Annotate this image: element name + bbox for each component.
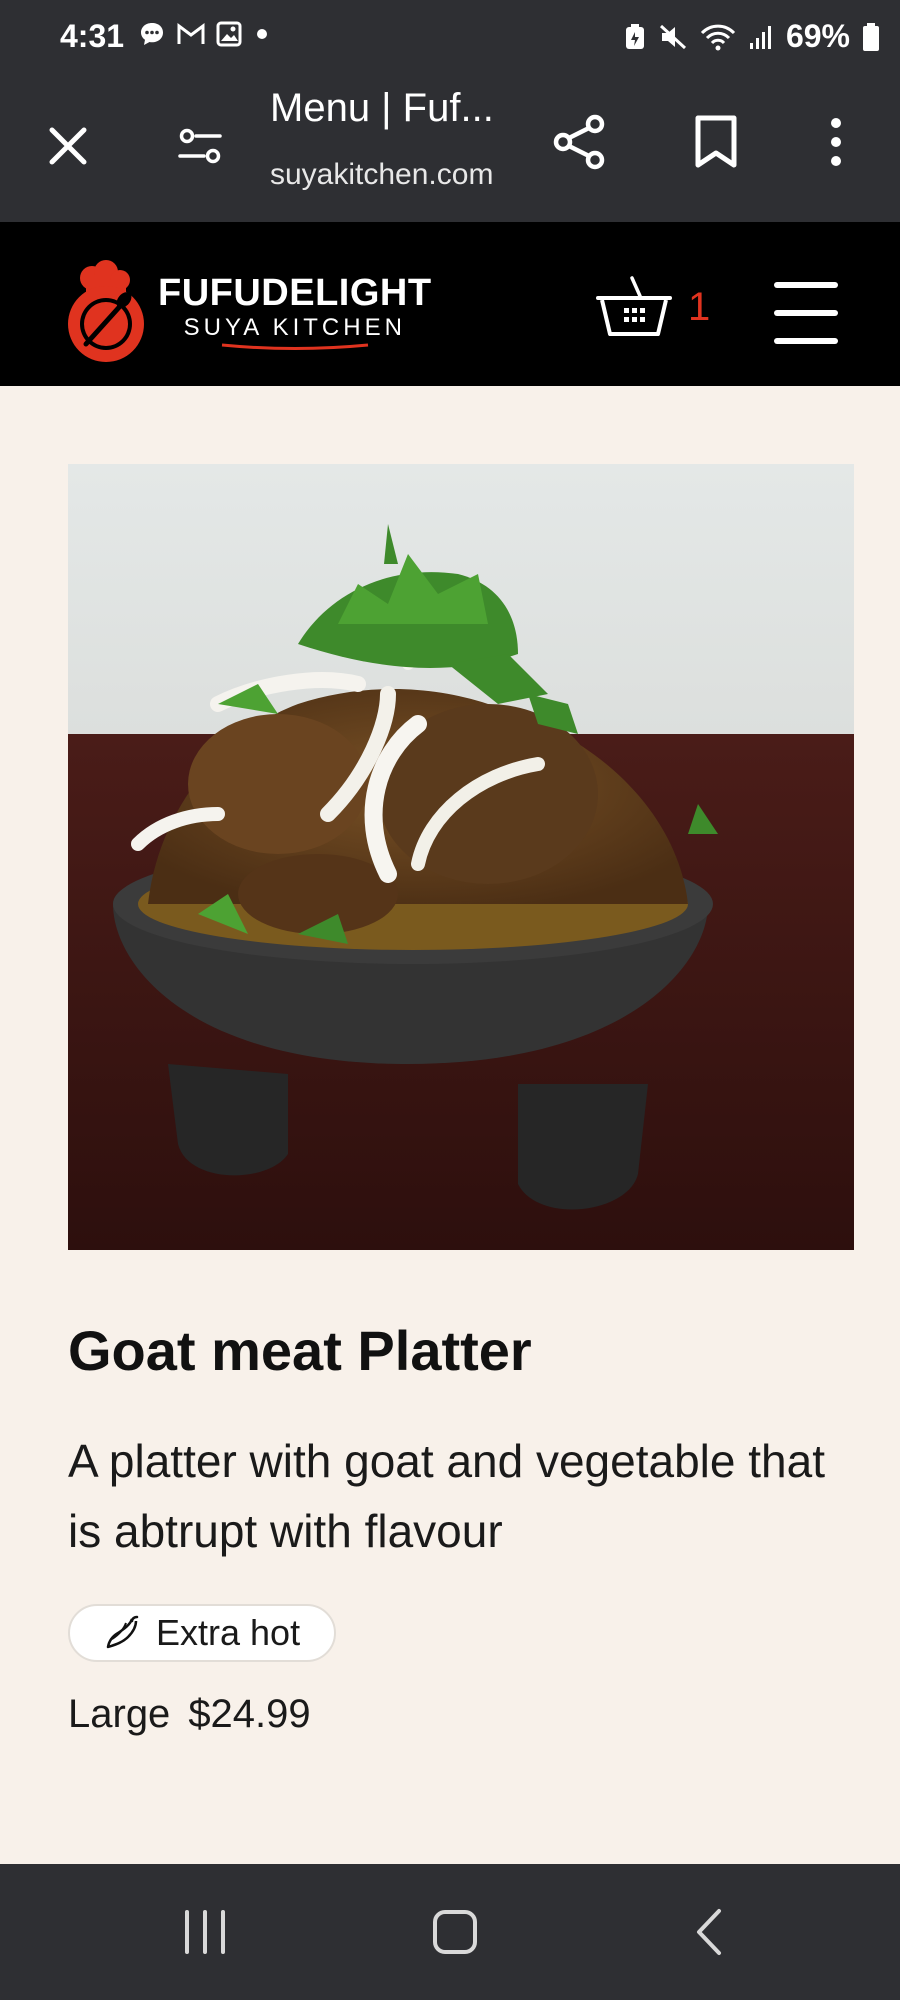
logo-text: FUFUDELIGHT SUYA KITCHEN bbox=[158, 273, 432, 351]
chili-pepper-icon bbox=[106, 1615, 139, 1649]
url-bar[interactable]: suyakitchen.com bbox=[270, 158, 493, 192]
size-label: Large bbox=[68, 1692, 171, 1736]
close-tab-button[interactable] bbox=[38, 116, 98, 176]
recent-apps-icon bbox=[185, 1910, 225, 1954]
menu-icon-bar bbox=[774, 338, 838, 344]
product-image bbox=[68, 464, 854, 1250]
back-button[interactable] bbox=[674, 1902, 744, 1962]
site-settings-button[interactable] bbox=[170, 116, 230, 176]
back-icon bbox=[697, 1909, 721, 1955]
spice-level-label: Extra hot bbox=[156, 1612, 301, 1653]
menu-icon-bar bbox=[774, 310, 838, 316]
site-header: FUFUDELIGHT SUYA KITCHEN 1 bbox=[0, 222, 900, 386]
system-status-icons: 69% bbox=[624, 18, 880, 55]
dot-icon bbox=[257, 29, 267, 39]
mute-icon bbox=[659, 24, 686, 49]
notification-icons bbox=[138, 20, 272, 48]
gmail-icon bbox=[177, 23, 205, 44]
more-vertical-icon bbox=[831, 118, 841, 166]
home-icon bbox=[433, 1910, 477, 1954]
site-logo[interactable]: FUFUDELIGHT SUYA KITCHEN bbox=[64, 260, 432, 364]
spice-level-badge: Extra hot bbox=[68, 1604, 337, 1662]
page-title: Menu | Fuf... bbox=[270, 86, 494, 130]
home-button[interactable] bbox=[420, 1902, 490, 1962]
battery-saver-icon bbox=[625, 23, 644, 49]
more-options-button[interactable] bbox=[806, 112, 866, 172]
status-bar: 4:31 69% bbox=[0, 0, 900, 72]
cart-button[interactable]: 1 bbox=[594, 274, 710, 340]
recent-apps-button[interactable] bbox=[170, 1902, 240, 1962]
wifi-icon bbox=[700, 24, 736, 50]
price-value: $24.99 bbox=[188, 1692, 311, 1736]
product-description: A platter with goat and vegetable that i… bbox=[68, 1435, 825, 1557]
logo-swoosh bbox=[221, 343, 368, 350]
product-title: Goat meat Platter bbox=[68, 1319, 532, 1382]
signal-icon bbox=[749, 25, 771, 49]
bookmark-button[interactable] bbox=[686, 112, 746, 172]
chef-pot-logo-icon bbox=[68, 260, 144, 362]
cart-count-badge: 1 bbox=[688, 284, 711, 329]
basket-icon bbox=[596, 276, 672, 336]
price-option[interactable]: Large $24.99 bbox=[68, 1692, 311, 1737]
status-time: 4:31 bbox=[60, 18, 125, 54]
tune-icon bbox=[178, 128, 222, 164]
logo-subtitle: SUYA KITCHEN bbox=[183, 314, 406, 341]
bookmark-icon bbox=[695, 115, 737, 168]
chat-icon bbox=[141, 23, 163, 45]
menu-button[interactable] bbox=[774, 282, 838, 344]
close-icon bbox=[49, 127, 87, 165]
gallery-icon bbox=[216, 21, 242, 47]
system-nav-bar bbox=[0, 1864, 900, 2000]
product-detail: Goat meat Platter A platter with goat an… bbox=[0, 386, 900, 1864]
browser-toolbar: Menu | Fuf... suyakitchen.com bbox=[0, 72, 900, 222]
logo-title: FUFUDELIGHT bbox=[158, 272, 432, 314]
battery-percent: 69% bbox=[785, 18, 850, 54]
battery-icon bbox=[863, 22, 879, 51]
share-button[interactable] bbox=[550, 112, 610, 172]
share-icon bbox=[553, 114, 605, 170]
menu-icon-bar bbox=[774, 282, 838, 288]
